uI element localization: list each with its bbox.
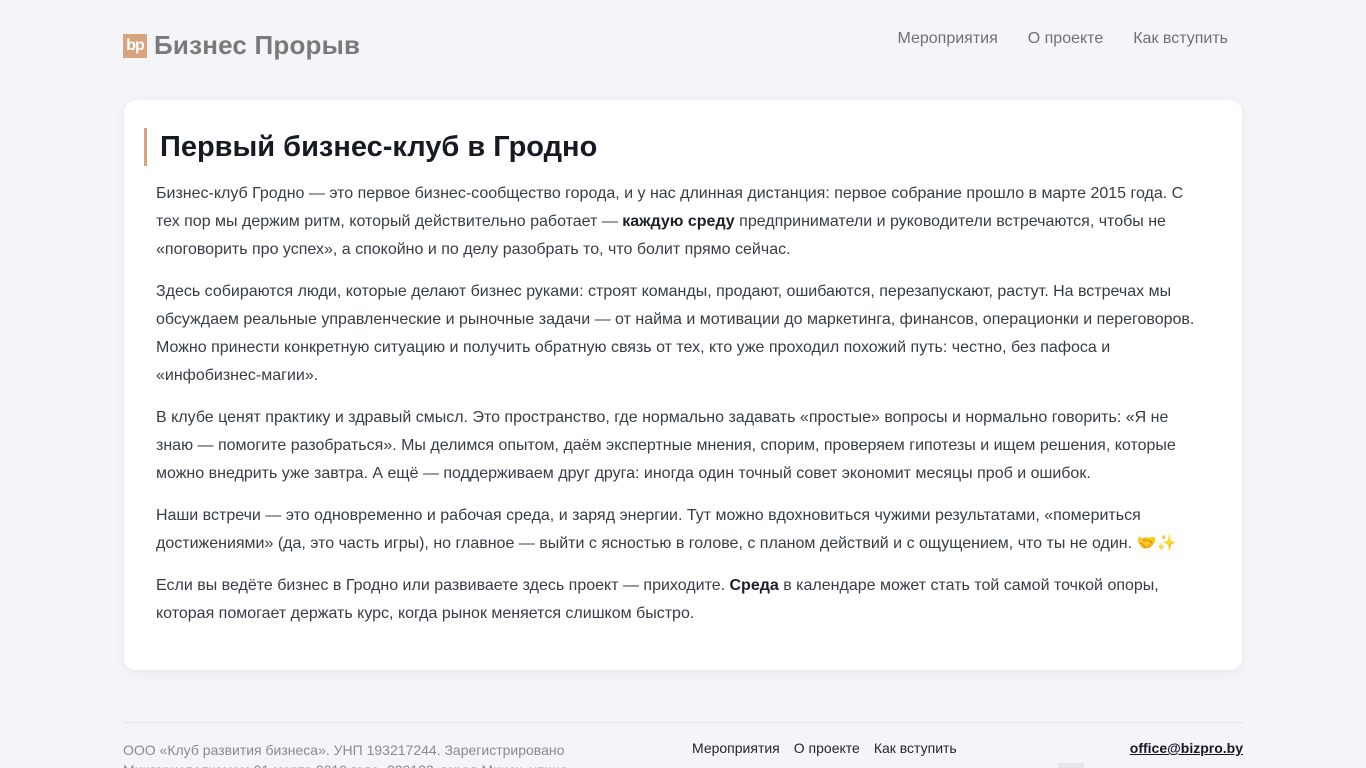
paragraph-1-bold: каждую среду bbox=[622, 213, 735, 230]
paragraph-5: Если вы ведёте бизнес в Гродно или разви… bbox=[156, 572, 1206, 628]
nav-link-events[interactable]: Мероприятия bbox=[897, 30, 997, 48]
site-header: bp Бизнес Прорыв Мероприятия О проекте К… bbox=[123, 28, 1243, 64]
paragraph-1: Бизнес-клуб Гродно — это первое бизнес-с… bbox=[156, 180, 1206, 264]
nav-link-join[interactable]: Как вступить bbox=[1133, 30, 1228, 48]
logo-mark-icon: bp bbox=[123, 34, 147, 58]
nav-link-about[interactable]: О проекте bbox=[1028, 30, 1103, 48]
paragraph-4: Наши встречи — это одновременно и рабоча… bbox=[156, 507, 1177, 552]
footer-link-about[interactable]: О проекте bbox=[794, 740, 860, 756]
footer-nav: Мероприятия О проекте Как вступить bbox=[692, 740, 957, 756]
paragraph-3: В клубе ценят практику и здравый смысл. … bbox=[156, 409, 1176, 482]
footer-email-link[interactable]: office@bizpro.by bbox=[1130, 740, 1243, 756]
paragraph-5-bold: Среда bbox=[729, 577, 779, 594]
logo[interactable]: bp Бизнес Прорыв bbox=[123, 28, 360, 62]
content-card: Первый бизнес-клуб в Гродно Бизнес-клуб … bbox=[124, 100, 1242, 670]
paragraph-5-text-a: Если вы ведёте бизнес в Гродно или разви… bbox=[156, 577, 730, 594]
page-title: Первый бизнес-клуб в Гродно bbox=[144, 128, 597, 166]
footer-badge-icon bbox=[1058, 763, 1084, 768]
paragraph-2: Здесь собираются люди, которые делают би… bbox=[156, 283, 1195, 384]
article-body: Бизнес-клуб Гродно — это первое бизнес-с… bbox=[156, 180, 1206, 642]
brand-name: Бизнес Прорыв bbox=[154, 29, 361, 60]
footer-legal-text: ООО «Клуб развития бизнеса». УНП 1932172… bbox=[123, 742, 568, 768]
main-nav: Мероприятия О проекте Как вступить bbox=[897, 30, 1228, 48]
footer-divider bbox=[123, 722, 1243, 723]
footer-link-join[interactable]: Как вступить bbox=[874, 740, 957, 756]
footer-link-events[interactable]: Мероприятия bbox=[692, 740, 780, 756]
